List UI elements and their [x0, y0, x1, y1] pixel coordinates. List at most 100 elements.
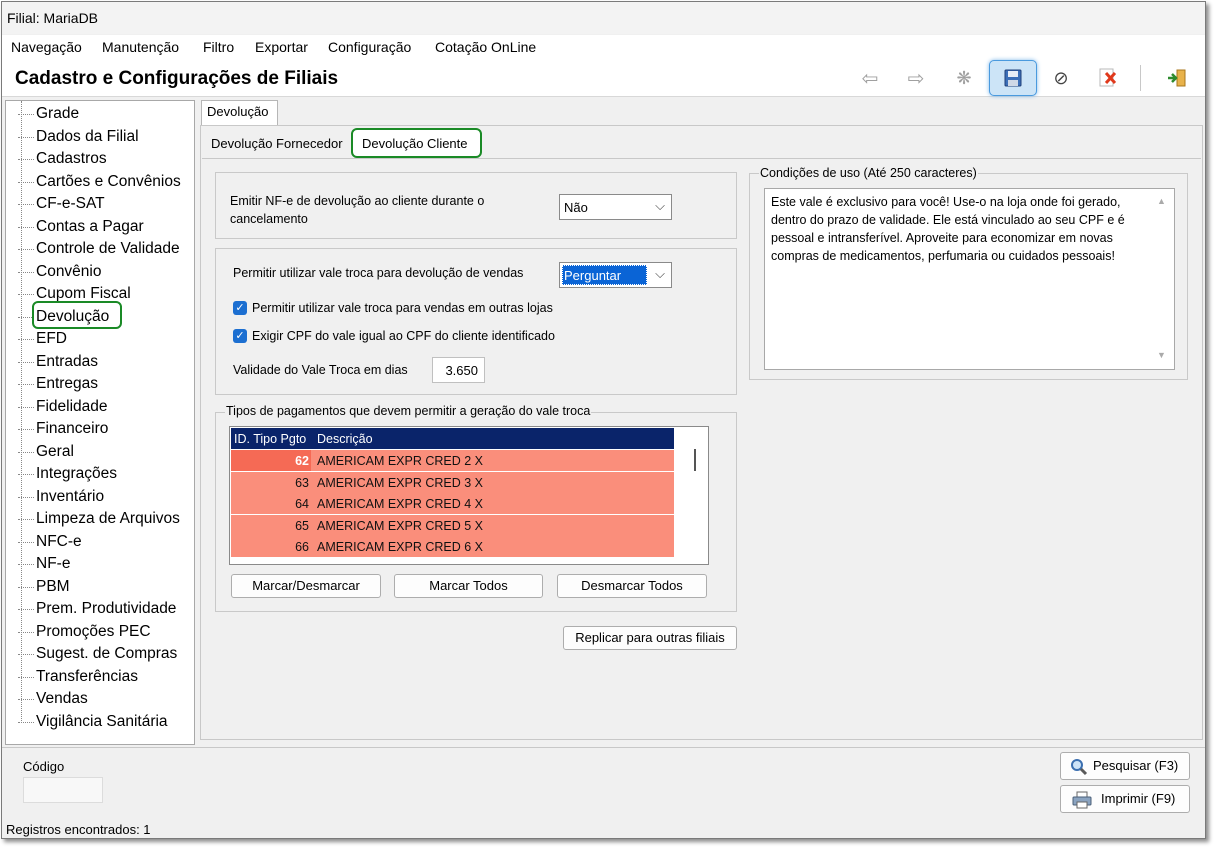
- header: Cadastro e Configurações de Filiais ⇦ ⇨ …: [2, 59, 1205, 97]
- save-button[interactable]: [989, 60, 1037, 96]
- menu-navegacao[interactable]: Navegação: [11, 39, 82, 55]
- marcar-todos-button[interactable]: Marcar Todos: [394, 574, 543, 598]
- row-desc: AMERICAM EXPR CRED 5 X: [317, 518, 484, 533]
- tab-panel-devolucao: Devolução Fornecedor Devolução Cliente E…: [200, 125, 1203, 740]
- cancel-icon[interactable]: ⊘: [1044, 61, 1078, 95]
- condicoes-textarea[interactable]: Este vale é exclusivo para você! Use-o n…: [764, 188, 1175, 370]
- sidebar-item-label: Prem. Produtividade: [36, 600, 177, 617]
- sidebar-item-label: Grade: [36, 105, 80, 122]
- title-bar: Filial: MariaDB: [2, 2, 1205, 34]
- tab-panel-devolucao-cliente: Emitir NF-e de devolução ao cliente dura…: [202, 158, 1201, 738]
- imprimir-button[interactable]: Imprimir (F9): [1060, 785, 1190, 813]
- sidebar-item-label: Contas a Pagar: [36, 217, 144, 235]
- menu-bar: Navegação Manutenção Filtro Exportar Con…: [2, 35, 1205, 59]
- tab-label: Devolução Cliente: [362, 136, 468, 151]
- table-row[interactable]: 66 AMERICAM EXPR CRED 6 X: [231, 536, 674, 557]
- sidebar-item-label: NFC-e: [36, 532, 82, 550]
- desmarcar-todos-button[interactable]: Desmarcar Todos: [557, 574, 707, 598]
- grid-scrollbar-thumb[interactable]: [694, 449, 696, 471]
- sidebar-item-label: Inventário: [36, 487, 105, 505]
- permitir-label: Permitir utilizar vale troca para devolu…: [233, 266, 524, 280]
- printer-icon: [1072, 791, 1092, 809]
- delete-button[interactable]: [1090, 61, 1124, 95]
- sidebar-item-label: Dados da Filial: [36, 127, 139, 145]
- tipos-pagamento-title: Tipos de pagamentos que devem permitir a…: [225, 404, 592, 418]
- status-text: Registros encontrados: 1: [6, 822, 151, 837]
- sidebar-item-label: Transferências: [36, 667, 138, 685]
- page-title: Cadastro e Configurações de Filiais: [15, 68, 339, 89]
- window-title: Filial: MariaDB: [7, 10, 99, 26]
- validade-input[interactable]: 3.650: [432, 357, 485, 383]
- chevron-down-icon: ⌵: [655, 198, 665, 213]
- checkbox-outras-lojas-label: Permitir utilizar vale troca para vendas…: [252, 301, 553, 315]
- sidebar-item-label: Cartões e Convênios: [36, 172, 181, 190]
- sidebar-item-label: Vendas: [36, 690, 88, 707]
- replicar-button[interactable]: Replicar para outras filiais: [563, 626, 737, 650]
- menu-manutencao[interactable]: Manutenção: [102, 39, 179, 55]
- menu-exportar[interactable]: Exportar: [255, 39, 308, 55]
- row-id: 64: [295, 497, 309, 511]
- row-desc: AMERICAM EXPR CRED 2 X: [317, 454, 484, 468]
- checkbox-exigir-cpf[interactable]: ✓: [233, 329, 247, 343]
- validade-label: Validade do Vale Troca em dias: [233, 363, 408, 377]
- sidebar-item-label: Integrações: [36, 465, 117, 482]
- sidebar-item-label: Promoções PEC: [36, 622, 151, 640]
- tree-line: [21, 101, 22, 721]
- save-icon: [1004, 69, 1022, 87]
- tab-devolucao[interactable]: Devolução: [201, 100, 278, 125]
- sidebar-item-label: Financeiro: [36, 420, 109, 437]
- sidebar-item-label: Sugest. de Compras: [36, 645, 178, 662]
- sidebar-item-label: Controle de Validade: [36, 240, 180, 257]
- marcar-desmarcar-button[interactable]: Marcar/Desmarcar: [231, 574, 381, 598]
- sidebar-item-label: Limpeza de Arquivos: [36, 510, 180, 527]
- table-row[interactable]: 65 AMERICAM EXPR CRED 5 X: [231, 514, 674, 536]
- row-id: 63: [295, 475, 309, 490]
- checkbox-outras-lojas[interactable]: ✓: [233, 301, 247, 315]
- scroll-up-icon[interactable]: ▲: [1157, 196, 1166, 206]
- table-row[interactable]: 63 AMERICAM EXPR CRED 3 X: [231, 471, 674, 493]
- sidebar-item-label: PBM: [36, 577, 70, 595]
- codigo-input[interactable]: [23, 777, 103, 803]
- menu-configuracao[interactable]: Configuração: [328, 39, 411, 55]
- arrow-left-icon[interactable]: ⇦: [853, 61, 887, 95]
- imprimir-label: Imprimir (F9): [1101, 791, 1176, 806]
- selection-highlight: [32, 301, 122, 329]
- row-desc: AMERICAM EXPR CRED 3 X: [317, 475, 484, 490]
- emitir-select-value: Não: [564, 200, 588, 215]
- sidebar-item-label: Entradas: [36, 352, 99, 370]
- sidebar-item-label: Vigilância Sanitária: [36, 712, 168, 730]
- exit-icon: [1168, 69, 1186, 87]
- tipos-pagamento-group: Tipos de pagamentos que devem permitir a…: [215, 404, 737, 612]
- toolbar-separator: [1140, 65, 1141, 91]
- checkbox-exigir-cpf-label: Exigir CPF do vale igual ao CPF do clien…: [252, 329, 555, 343]
- menu-filtro[interactable]: Filtro: [203, 39, 234, 55]
- row-desc: AMERICAM EXPR CRED 6 X: [317, 540, 484, 554]
- search-icon: [1071, 759, 1088, 776]
- permitir-select[interactable]: Perguntar ⌵: [559, 262, 672, 288]
- codigo-label: Código: [23, 759, 65, 774]
- table-row[interactable]: 64 AMERICAM EXPR CRED 4 X: [231, 493, 674, 514]
- row-id: 66: [295, 540, 309, 554]
- emitir-select[interactable]: Não ⌵: [559, 194, 672, 220]
- sidebar-item-label: Cadastros: [36, 150, 107, 167]
- tab-devolucao-cliente[interactable]: Devolução Cliente: [351, 128, 482, 158]
- sidebar-tree: Grade Dados da Filial Cadastros Cartões …: [5, 100, 195, 745]
- bottom-panel: Código Pesquisar (F3) Imprimir (F9): [2, 747, 1205, 820]
- exit-button[interactable]: [1160, 61, 1194, 95]
- new-icon[interactable]: ❋: [947, 61, 981, 95]
- tab-devolucao-fornecedor[interactable]: Devolução Fornecedor: [205, 132, 349, 156]
- row-id: 65: [295, 518, 309, 533]
- menu-cotacao-online[interactable]: Cotação OnLine: [435, 39, 536, 55]
- arrow-right-icon[interactable]: ⇨: [899, 61, 933, 95]
- scroll-down-icon[interactable]: ▼: [1157, 350, 1166, 360]
- delete-icon: [1099, 68, 1117, 87]
- table-row[interactable]: 62 AMERICAM EXPR CRED 2 X: [231, 450, 674, 471]
- grid-header: ID. Tipo Pgto Descrição: [231, 428, 674, 449]
- column-descricao[interactable]: Descrição: [317, 432, 373, 446]
- pesquisar-button[interactable]: Pesquisar (F3): [1060, 752, 1190, 780]
- application-window: Filial: MariaDB Navegação Manutenção Fil…: [1, 1, 1206, 839]
- emitir-label: Emitir NF-e de devolução ao cliente dura…: [230, 194, 485, 226]
- tipos-pagamento-grid[interactable]: ID. Tipo Pgto Descrição 62 AMERICAM EXPR…: [229, 426, 709, 565]
- column-id-tipo-pgto[interactable]: ID. Tipo Pgto: [234, 432, 306, 446]
- sidebar-item-label: Entregas: [36, 375, 99, 392]
